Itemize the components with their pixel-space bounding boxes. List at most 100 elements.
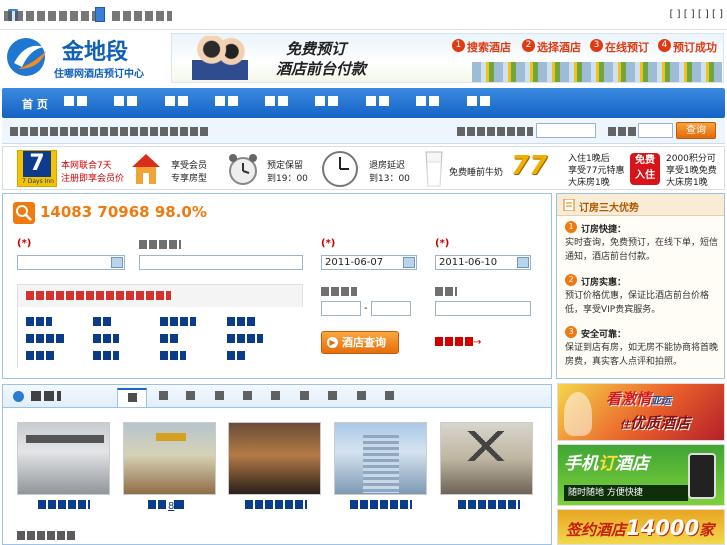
- district-link[interactable]: [160, 351, 186, 360]
- banner-city-image: [472, 62, 722, 82]
- tab-4[interactable]: [209, 388, 229, 407]
- nav-item-9[interactable]: [416, 96, 441, 109]
- district-link[interactable]: [227, 351, 247, 360]
- advantage-2-title: 订房实惠：: [581, 278, 627, 288]
- district-link[interactable]: [26, 334, 66, 343]
- advantages-title: 订房三大优势: [579, 203, 639, 214]
- tab-3[interactable]: [180, 388, 200, 407]
- keyword-field-label: [139, 240, 181, 249]
- ad3-text: 签约酒店14000家: [566, 516, 715, 540]
- hotel-caption-3[interactable]: [245, 500, 307, 512]
- seven-days-sub: 7 Days Inn: [22, 178, 54, 185]
- hotel-photo-4[interactable]: [334, 422, 427, 495]
- ad-mobile-booking[interactable]: 手机订酒店 随时随地 方便快捷: [557, 444, 725, 506]
- ad-asian-games[interactable]: 看激情亚运 住优质酒店: [557, 383, 725, 441]
- logo-name: 金地段: [62, 39, 129, 65]
- district-panel: [17, 284, 304, 369]
- district-link[interactable]: [93, 351, 119, 360]
- hotels-title: [31, 391, 61, 401]
- nav-item-8[interactable]: [366, 96, 391, 109]
- nav-item-2[interactable]: [64, 96, 89, 109]
- price-max-field[interactable]: [371, 301, 411, 316]
- district-link[interactable]: [26, 351, 56, 360]
- hotel-caption-2[interactable]: 8: [148, 500, 185, 512]
- hotel-photo-1[interactable]: [17, 422, 110, 495]
- step-3-icon: 3: [590, 39, 603, 52]
- district-link[interactable]: [227, 334, 263, 343]
- more-search-link[interactable]: →: [435, 337, 481, 348]
- ad-hotel-count[interactable]: 签约酒店14000家: [557, 509, 725, 545]
- nav-item-home[interactable]: 首 页: [22, 96, 48, 112]
- hotel-caption-5[interactable]: [458, 500, 520, 512]
- tab-active[interactable]: [117, 388, 147, 407]
- brand-field[interactable]: [435, 301, 531, 316]
- city-field[interactable]: [17, 255, 125, 270]
- ad1-line2: 住优质酒店: [620, 414, 691, 432]
- advantage-1-title: 订房快捷：: [581, 225, 627, 235]
- tab-5[interactable]: [237, 388, 257, 407]
- nav-item-6[interactable]: [265, 96, 290, 109]
- district-link[interactable]: [93, 334, 119, 343]
- step-4-label: 预订成功: [673, 41, 717, 54]
- nav-item-10[interactable]: [467, 96, 492, 109]
- hotel-caption-4[interactable]: [350, 500, 412, 512]
- promo-line1a: 本网联合7天: [61, 161, 112, 171]
- nav-item-4[interactable]: [165, 96, 190, 109]
- hotel-photo-2[interactable]: [123, 422, 216, 495]
- district-link[interactable]: [93, 317, 113, 326]
- promo-hold1: 预定保留: [267, 161, 304, 171]
- hotel-caption-1[interactable]: [38, 500, 90, 512]
- price-min-field[interactable]: [321, 301, 361, 316]
- logo-subtitle: 住哪网酒店预订中心: [54, 69, 144, 80]
- hotel-photo-5[interactable]: [440, 422, 533, 495]
- district-link[interactable]: [160, 317, 196, 326]
- hotel-keyword-field[interactable]: [139, 255, 303, 270]
- calendar-icon[interactable]: [403, 257, 415, 268]
- promo-checkout1: 退房延迟: [369, 161, 406, 171]
- main-nav: 首 页: [2, 88, 725, 118]
- district-link[interactable]: [160, 334, 180, 343]
- promo-hold2: 到19：00: [267, 174, 308, 184]
- header-banner[interactable]: 免费预订 酒店前台付款 1 搜索酒店 2 选择酒店 3 在线预订 4 预订成功: [171, 33, 724, 83]
- district-notice: [26, 291, 171, 300]
- district-link[interactable]: [26, 317, 52, 326]
- bullet-icon: [13, 391, 24, 402]
- district-list: [18, 307, 304, 369]
- advantage-3-icon: 3: [565, 326, 577, 338]
- advantages-header: 订房三大优势: [557, 194, 724, 216]
- nav-item-7[interactable]: [315, 96, 340, 109]
- alarm-clock-icon: [229, 154, 257, 185]
- calendar-icon[interactable]: [517, 257, 529, 268]
- nav-item-5[interactable]: [215, 96, 240, 109]
- hotel-search-button[interactable]: ▶ 酒店查询: [321, 331, 399, 354]
- search-icon: [13, 202, 35, 224]
- milk-glass-icon: [425, 151, 443, 187]
- arrow-right-icon: ▶: [327, 337, 338, 348]
- hotel-photo-3[interactable]: [228, 422, 321, 495]
- step-3-label: 在线预订: [605, 41, 649, 54]
- house-icon: [132, 154, 160, 184]
- promo-checkout2: 到13：00: [369, 174, 410, 184]
- tab-2[interactable]: [153, 388, 173, 407]
- tab-10[interactable]: [379, 388, 399, 407]
- price-77-badge: 77: [511, 151, 548, 181]
- top-bar-text-glyphs: [4, 11, 97, 21]
- city-input[interactable]: [638, 123, 673, 138]
- tab-6[interactable]: [265, 388, 285, 407]
- top-bar: [ ] [ ] [ ] [ ]: [0, 0, 727, 30]
- tab-8[interactable]: [322, 388, 342, 407]
- subnav-hot-text: [10, 127, 210, 136]
- nav-item-3[interactable]: [114, 96, 139, 109]
- top-search-button[interactable]: 查询: [676, 122, 716, 139]
- promo-line1b: 注册即享会员价: [61, 174, 125, 184]
- top-bar-links[interactable]: [ ] [ ] [ ] [ ]: [670, 9, 723, 20]
- tab-9[interactable]: [351, 388, 371, 407]
- promo-strip[interactable]: 7 7 Days Inn 本网联合7天 注册即享会员价 享受会员 专享房型 预定…: [2, 146, 725, 190]
- keyword-input[interactable]: [536, 123, 596, 138]
- district-link[interactable]: [227, 317, 257, 326]
- step-1-label: 搜索酒店: [467, 41, 511, 54]
- logo[interactable]: 金地段 住哪网酒店预订中心: [4, 33, 164, 81]
- tab-7[interactable]: [294, 388, 314, 407]
- city-picker-icon[interactable]: [111, 257, 123, 268]
- brand-label: [435, 287, 457, 296]
